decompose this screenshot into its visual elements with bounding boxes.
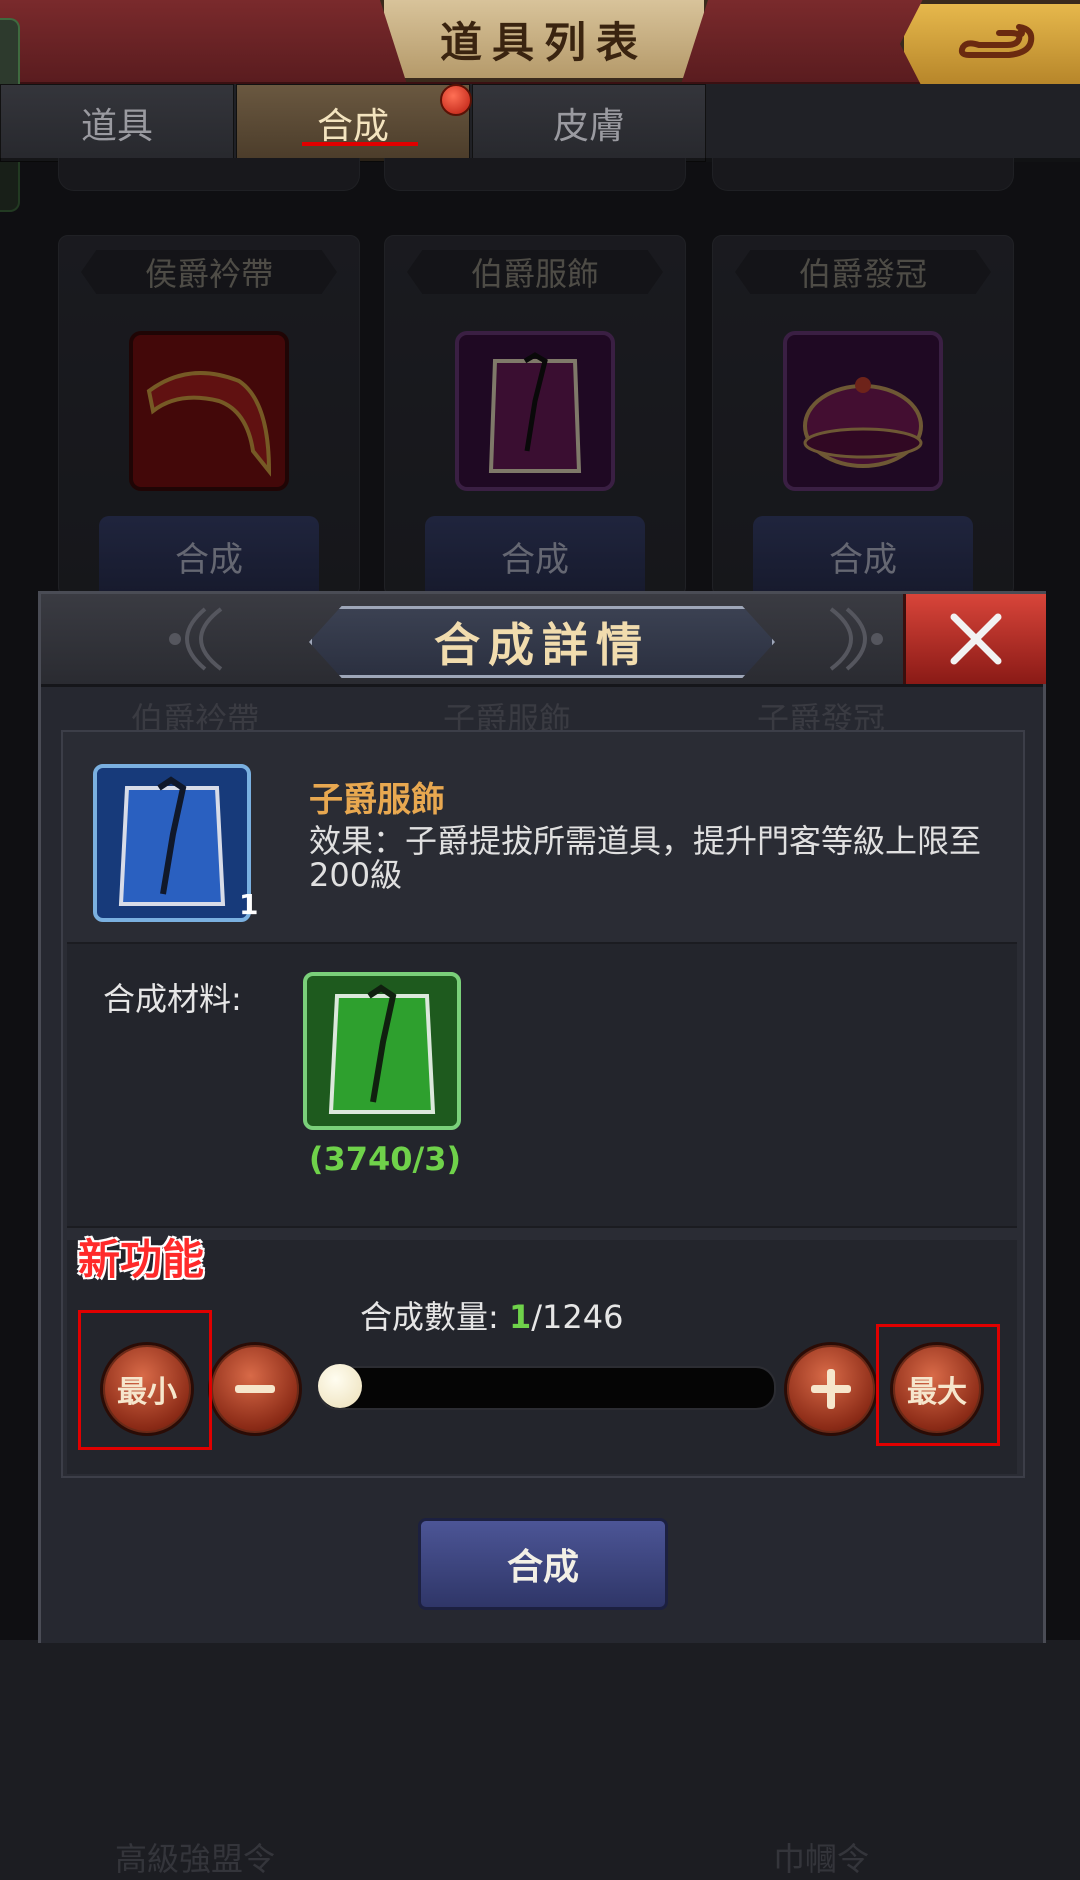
materials-label: 合成材料:	[103, 980, 242, 1018]
top-bar: 道具列表	[0, 0, 1080, 88]
active-tab-underline	[302, 142, 418, 146]
item-description: 效果：子爵提拔所需道具，提升門客等級上限至200級	[309, 822, 982, 894]
synthesize-confirm-button[interactable]: 合成	[418, 1518, 668, 1610]
item-name: 子爵服飾	[309, 780, 445, 820]
synthesis-detail-dialog: 合成詳情 伯爵衿帶 子爵服飾 子爵發冠 1 子爵服飾 效果：子爵提拔所需道具，提…	[38, 591, 1046, 1878]
close-button[interactable]	[903, 594, 1046, 684]
quantity-label: 合成數量:	[360, 1298, 499, 1336]
item-count: 1	[239, 888, 259, 921]
increase-button[interactable]	[784, 1342, 878, 1436]
new-feature-annotation: 新功能	[78, 1235, 205, 1284]
ghost-label: 巾幗令	[773, 1840, 870, 1878]
decrease-button[interactable]	[208, 1342, 302, 1436]
highlight-box-max	[876, 1324, 1000, 1446]
ornament-icon	[169, 607, 223, 671]
material-count: (3740/3)	[308, 1140, 462, 1178]
dragon-back-icon	[958, 24, 1035, 58]
plus-icon	[811, 1369, 851, 1409]
tab-skins[interactable]: 皮膚	[472, 84, 706, 162]
minus-icon	[235, 1385, 275, 1393]
quantity-current: 1	[508, 1298, 532, 1336]
green-robe-icon[interactable]	[303, 972, 461, 1130]
dialog-title-plate: 合成詳情	[309, 606, 775, 678]
back-button[interactable]	[900, 0, 1080, 88]
quantity-readout: 合成數量: 1/1246	[360, 1292, 760, 1338]
tab-synthesis[interactable]: 合成	[236, 84, 470, 162]
dialog-title: 合成詳情	[434, 618, 650, 672]
dialog-header: 合成詳情	[41, 594, 1046, 687]
quantity-slider[interactable]	[318, 1366, 776, 1410]
ornament-icon	[829, 607, 883, 671]
quantity-max: /1246	[531, 1298, 624, 1336]
ghost-label: 高級強盟令	[115, 1840, 276, 1878]
tab-bar: 道具 合成 皮膚	[0, 84, 1080, 162]
slider-handle[interactable]	[318, 1364, 362, 1408]
viscount-robe-icon	[93, 764, 251, 922]
tab-skins-label: 皮膚	[552, 106, 625, 147]
page-title-plate: 道具列表	[380, 0, 708, 82]
notification-dot	[440, 84, 472, 116]
tab-items[interactable]: 道具	[0, 84, 234, 162]
highlight-box-min	[78, 1310, 212, 1450]
close-icon	[950, 613, 1002, 665]
tab-items-label: 道具	[80, 106, 153, 147]
materials-section: 合成材料: (3740/3)	[67, 942, 1017, 1228]
page-title: 道具列表	[439, 17, 648, 67]
